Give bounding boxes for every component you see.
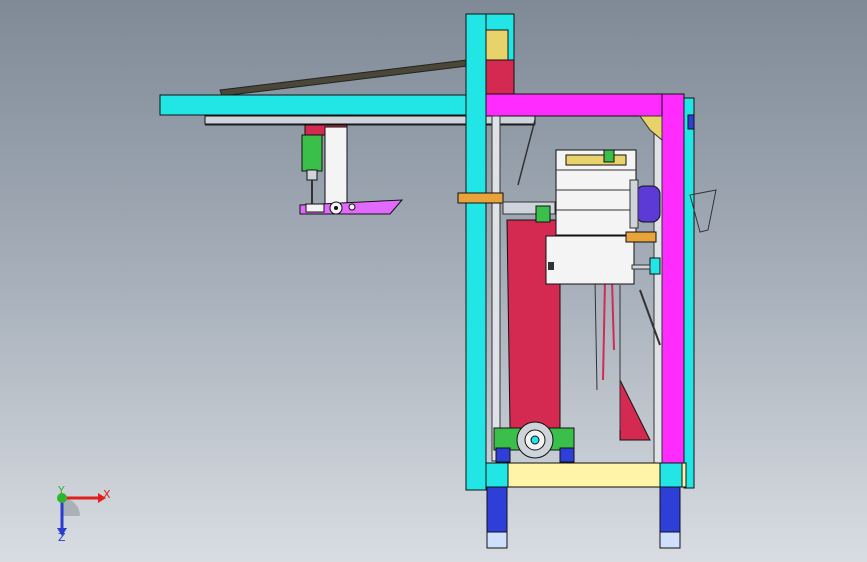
cad-assembly-model[interactable] — [0, 0, 867, 562]
blue-motor — [635, 185, 661, 223]
horizontal-cyan-beam — [159, 94, 471, 116]
red-slope-plate — [619, 379, 651, 441]
y-axis-label: Y — [58, 484, 65, 497]
diagonal-belt — [219, 59, 469, 97]
cad-viewport[interactable]: X Y Z — [0, 0, 867, 562]
green-motor — [301, 134, 323, 172]
left-blue-leg — [486, 486, 508, 533]
machine-head-body — [545, 235, 635, 285]
x-axis-label: X — [103, 488, 111, 501]
base-yellow-plate — [489, 462, 687, 488]
corner-gusset — [485, 59, 515, 96]
magenta-top-bar — [485, 93, 685, 117]
magenta-right-post — [661, 93, 685, 465]
left-cyan-post — [465, 13, 487, 491]
right-cyan-post — [683, 97, 695, 489]
right-blue-leg — [659, 486, 681, 533]
yellow-bracket — [485, 29, 509, 61]
white-roller — [324, 126, 348, 206]
inner-frame — [491, 115, 501, 462]
z-axis-label: Z — [58, 531, 66, 544]
coordinate-triad — [57, 493, 106, 536]
orange-bracket — [457, 192, 504, 204]
